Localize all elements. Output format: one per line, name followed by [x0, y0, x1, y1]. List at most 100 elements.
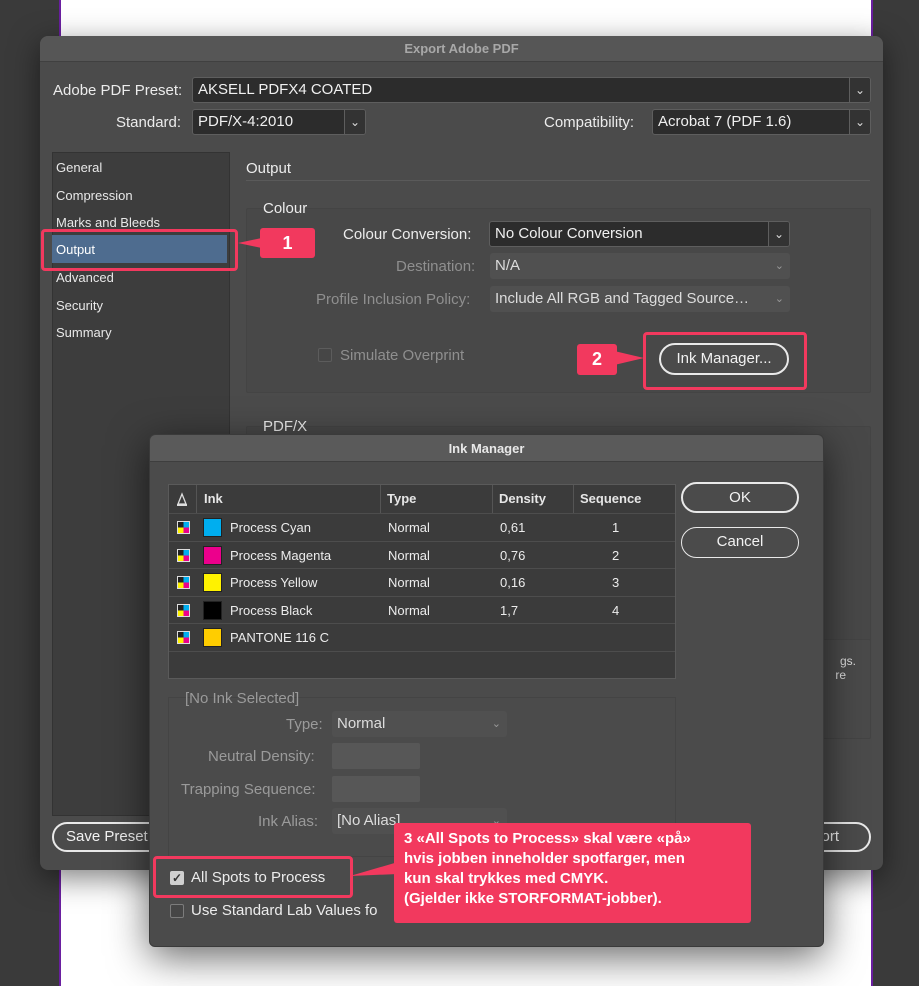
color-swatch: [203, 518, 222, 537]
divider: [246, 180, 870, 181]
trapping-sequence-field[interactable]: [332, 776, 420, 802]
colour-conversion-dropdown[interactable]: No Colour Conversion ⌄: [489, 221, 790, 247]
process-ink-icon: [177, 576, 190, 589]
ink-density: 0,76: [500, 548, 526, 563]
sidebar-item-compression[interactable]: Compression: [56, 188, 133, 203]
ink-alias-label: Ink Alias:: [258, 813, 319, 830]
table-row[interactable]: Process Magenta Normal 0,76 2: [169, 541, 675, 569]
ink-sequence: 4: [612, 603, 620, 618]
ink-type: Normal: [388, 520, 430, 535]
dialog-title: Ink Manager: [150, 435, 823, 462]
highlight-output: [41, 229, 238, 271]
chevron-down-icon: ⌄: [849, 110, 870, 134]
ink-sequence: 3: [612, 575, 620, 590]
ink-sequence: 2: [612, 548, 620, 563]
sidebar-item-marks-and-bleeds[interactable]: Marks and Bleeds: [56, 215, 160, 230]
color-swatch: [203, 573, 222, 592]
chevron-down-icon: ⌄: [774, 293, 784, 305]
ink-type: Normal: [388, 575, 430, 590]
description-text: re: [835, 668, 846, 682]
annotation-tag-1: 1: [260, 228, 315, 258]
chevron-down-icon: ⌄: [774, 260, 784, 272]
color-swatch: [203, 628, 222, 647]
process-ink-icon: [177, 521, 190, 534]
column-header-sequence[interactable]: Sequence: [574, 485, 675, 513]
selected-ink-label: [No Ink Selected]: [185, 690, 300, 707]
highlight-ink-manager: [643, 332, 807, 390]
table-row[interactable]: PANTONE 116 C: [169, 623, 675, 651]
compatibility-dropdown[interactable]: Acrobat 7 (PDF 1.6) ⌄: [652, 109, 871, 135]
ink-name: Process Magenta: [230, 548, 332, 563]
profile-inclusion-label: Profile Inclusion Policy:: [316, 291, 471, 308]
destination-value: N/A: [495, 257, 521, 274]
compatibility-label: Compatibility:: [544, 114, 635, 131]
neutral-density-field[interactable]: [332, 743, 420, 769]
type-dropdown[interactable]: Normal ⌄: [332, 711, 507, 737]
chevron-down-icon: ⌄: [344, 110, 365, 134]
pdfx-heading: PDF/X: [263, 418, 308, 435]
standard-dropdown[interactable]: PDF/X-4:2010 ⌄: [192, 109, 366, 135]
sidebar-item-advanced[interactable]: Advanced: [56, 270, 114, 285]
preset-dropdown[interactable]: AKSELL PDFX4 COATED ⌄: [192, 77, 871, 103]
sidebar-item-summary[interactable]: Summary: [56, 325, 112, 340]
callout-line: (Gjelder ikke STORFORMAT-jobber).: [404, 890, 662, 907]
destination-label: Destination:: [396, 258, 476, 275]
ink-name: Process Cyan: [230, 520, 311, 535]
column-header-ink[interactable]: Ink: [198, 485, 381, 513]
preset-value: AKSELL PDFX4 COATED: [198, 81, 373, 98]
type-label: Type:: [286, 716, 323, 733]
ink-type: Normal: [388, 603, 430, 618]
table-row[interactable]: Process Black Normal 1,7 4: [169, 596, 675, 624]
sidebar-item-general[interactable]: General: [56, 160, 102, 175]
ink-alias-value: [No Alias]: [337, 812, 401, 829]
callout-line: kun skal trykkes med CMYK.: [404, 870, 609, 887]
simulate-overprint-label: Simulate Overprint: [340, 347, 465, 364]
profile-inclusion-dropdown[interactable]: Include All RGB and Tagged Source… ⌄: [490, 286, 790, 312]
compatibility-value: Acrobat 7 (PDF 1.6): [658, 113, 792, 130]
ink-name: Process Black: [230, 603, 313, 618]
description-text: gs.: [839, 654, 856, 668]
profile-inclusion-value: Include All RGB and Tagged Source…: [495, 290, 750, 307]
preset-label: Adobe PDF Preset:: [53, 82, 183, 99]
cancel-button[interactable]: Cancel: [681, 527, 799, 558]
ink-density: 0,16: [500, 575, 526, 590]
colour-conversion-value: No Colour Conversion: [495, 225, 643, 242]
type-value: Normal: [337, 715, 386, 732]
callout-line: 3 «All Spots to Process» skal være «på»: [404, 830, 691, 847]
process-ink-icon: [177, 604, 190, 617]
highlight-all-spots: [153, 856, 353, 898]
chevron-down-icon: ⌄: [768, 222, 789, 246]
standard-label: Standard:: [116, 114, 182, 131]
annotation-tag-2: 2: [577, 344, 617, 375]
chevron-down-icon: ⌄: [849, 78, 870, 102]
ink-name: Process Yellow: [230, 575, 318, 590]
process-ink-icon: [177, 549, 190, 562]
ink-type-header: [169, 485, 197, 513]
ink-name: PANTONE 116 C: [230, 630, 329, 645]
dialog-title: Export Adobe PDF: [40, 36, 883, 62]
table-row[interactable]: Process Yellow Normal 0,16 3: [169, 568, 675, 596]
destination-dropdown[interactable]: N/A ⌄: [490, 253, 790, 279]
column-header-type[interactable]: Type: [381, 485, 493, 513]
ink-table: Ink Type Density Sequence Process Cyan N…: [168, 484, 676, 679]
ink-density: 1,7: [500, 603, 519, 618]
column-header-density[interactable]: Density: [493, 485, 574, 513]
standard-lab-values-checkbox[interactable]: [170, 904, 184, 918]
trapping-sequence-label: Trapping Sequence:: [181, 781, 316, 798]
ink-type: Normal: [388, 548, 430, 563]
colour-conversion-label: Colour Conversion:: [343, 226, 472, 243]
color-swatch: [203, 546, 222, 565]
sidebar-item-security[interactable]: Security: [56, 298, 103, 313]
ok-button[interactable]: OK: [681, 482, 799, 513]
standard-lab-values-label: Use Standard Lab Values fo: [191, 902, 378, 919]
ink-sequence: 1: [612, 520, 620, 535]
colour-heading: Colour: [263, 200, 308, 217]
simulate-overprint-checkbox[interactable]: [318, 348, 332, 362]
table-row[interactable]: Process Cyan Normal 0,61 1: [169, 513, 675, 541]
standard-value: PDF/X-4:2010: [198, 113, 294, 130]
callout-line: hvis jobben inneholder spotfarger, men: [404, 850, 685, 867]
table-row-empty: [169, 651, 675, 679]
chevron-down-icon: ⌄: [491, 718, 501, 730]
ink-bucket-icon: [177, 492, 187, 506]
process-ink-icon: [177, 631, 190, 644]
